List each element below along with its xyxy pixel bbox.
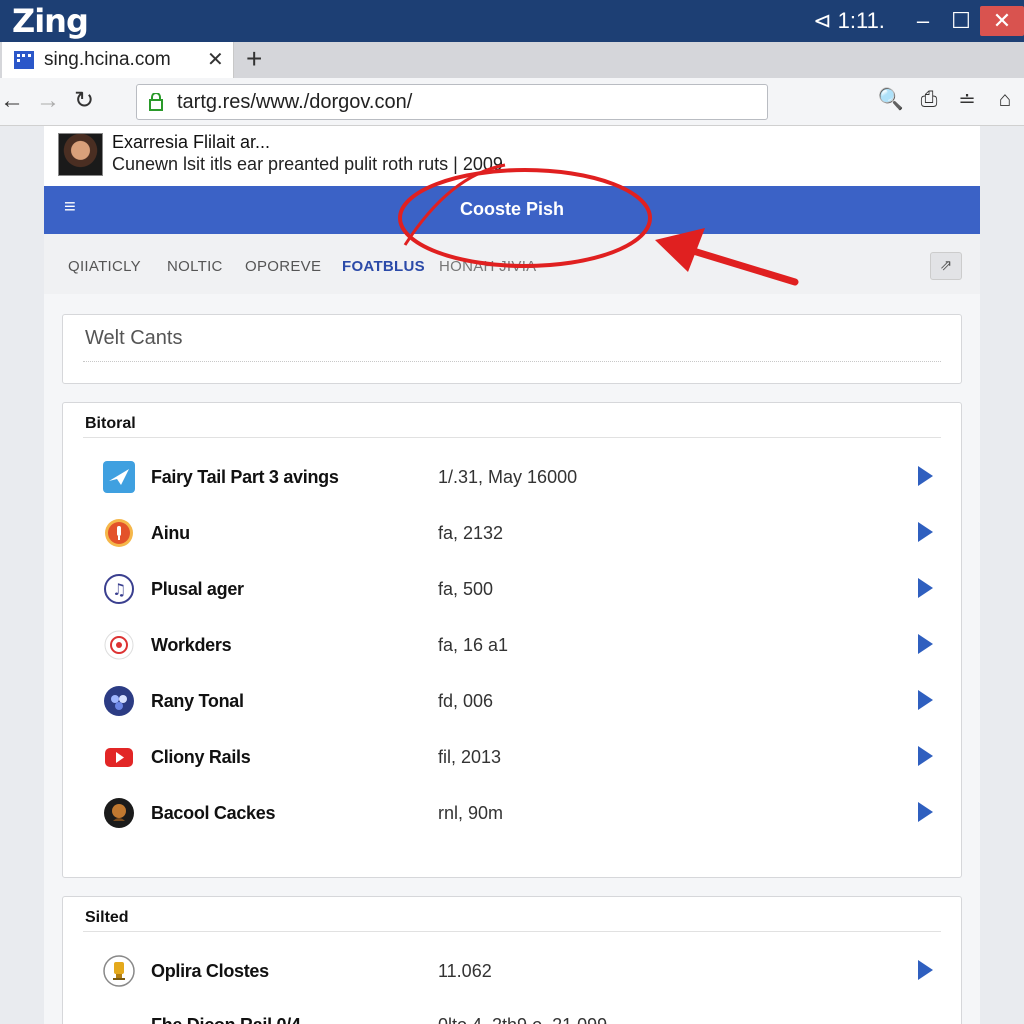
address-bar[interactable]: tartg.res/www./dorgov.con/ — [136, 84, 768, 120]
music-icon: ♫ — [103, 573, 135, 605]
item-name: Plusal ager — [151, 579, 244, 599]
list-item[interactable]: Oplira Clostes 11.062 — [103, 953, 933, 993]
record-icon — [103, 629, 135, 661]
item-name: Cliony Rails — [151, 747, 251, 767]
tab-honah[interactable]: HONAH JIVIA — [439, 258, 536, 275]
profile-header: Exarresia Flilait ar... Cunewn lsit itls… — [44, 126, 980, 186]
youtube-icon — [103, 741, 135, 773]
share-button[interactable]: ⇗ — [930, 252, 962, 280]
tab-foatblus[interactable]: FOATBLUS — [342, 258, 425, 275]
zoom-icon[interactable]: 🔍 — [872, 88, 910, 113]
section-title: Bitoral — [85, 415, 136, 432]
play-icon[interactable] — [918, 960, 933, 980]
reload-button[interactable]: ↻ — [74, 86, 94, 116]
play-icon[interactable] — [918, 802, 933, 822]
list-item[interactable]: Bacool Cackes rnl, 90m — [103, 795, 933, 835]
play-icon[interactable] — [918, 466, 933, 486]
item-name: Fairy Tail Part 3 avings — [151, 467, 339, 487]
item-name: Oplira Clostes — [151, 961, 269, 981]
menu-icon[interactable]: ≐ — [948, 88, 986, 113]
item-value: fa, 2132 — [438, 523, 504, 543]
lock-icon — [149, 93, 163, 111]
list-card-silted: Silted Oplira Clostes 11.062 Fhe Dicon R… — [62, 896, 962, 1024]
section-title: Silted — [85, 909, 129, 926]
tab-noltic[interactable]: NOLTIC — [167, 258, 223, 275]
character-icon — [103, 797, 135, 829]
item-value: fa, 16 a1 — [438, 635, 509, 655]
list-item[interactable]: Ainu fa, 2132 — [103, 515, 933, 555]
page-content: Exarresia Flilait ar... Cunewn lsit itls… — [44, 126, 980, 1024]
divider — [83, 361, 941, 362]
list-item[interactable]: ♫ Plusal ager fa, 500 — [103, 571, 933, 611]
item-value: fd, 006 — [438, 691, 494, 711]
favicon-icon — [14, 51, 34, 69]
item-value: 0lto 4. 2th9 o. 21 099 — [438, 1015, 607, 1024]
item-value: 11.062 — [438, 961, 492, 981]
list-item[interactable]: Rany Tonal fd, 006 — [103, 683, 933, 723]
item-name: Ainu — [151, 523, 190, 543]
profile-subtitle: Cunewn lsit itls ear preanted pulit roth… — [112, 154, 503, 174]
window-titlebar: Zing ⊲ 1:11. – ☐ ✕ — [0, 0, 1024, 42]
home-icon[interactable]: ⌂ — [986, 88, 1024, 113]
bookmark-icon[interactable]: ⎙ — [910, 88, 948, 113]
minimize-button[interactable]: – — [904, 0, 942, 42]
category-tabs: QIIATICLY NOLTIC OPOREVE FOATBLUS HONAH … — [44, 234, 980, 294]
app-title: Zing — [12, 2, 89, 40]
tab-qiiaticly[interactable]: QIIATICLY — [68, 258, 141, 275]
play-icon[interactable] — [918, 634, 933, 654]
trophy-icon — [103, 955, 135, 987]
url-text: tartg.res/www./dorgov.con/ — [177, 91, 413, 113]
search-label: Welt Cants — [85, 327, 183, 349]
new-tab-button[interactable]: + — [246, 44, 262, 74]
maximize-button[interactable]: ☐ — [942, 0, 980, 42]
list-item[interactable]: Cliony Rails fil, 2013 — [103, 739, 933, 779]
close-window-button[interactable]: ✕ — [980, 6, 1024, 36]
profile-title: Exarresia Flilait ar... — [112, 132, 271, 152]
play-icon[interactable] — [918, 746, 933, 766]
clock-label: ⊲ 1:11. — [813, 8, 885, 33]
mic-icon — [103, 517, 135, 549]
navigation-bar: ← → ↻ tartg.res/www./dorgov.con/ 🔍 ⎙ ≐ ⌂ — [0, 78, 1024, 126]
avatar — [58, 133, 103, 176]
item-name: Rany Tonal — [151, 691, 244, 711]
forward-button[interactable]: → — [36, 86, 60, 116]
browser-tab[interactable]: sing.hcina.com ✕ — [2, 42, 234, 80]
list-item[interactable]: Workders fa, 16 a1 — [103, 627, 933, 667]
window-controls: ⊲ 1:11. – ☐ ✕ — [794, 0, 1024, 42]
tab-bar: sing.hcina.com ✕ + — [0, 42, 1024, 80]
divider — [83, 437, 941, 438]
svg-text:♫: ♫ — [112, 580, 126, 599]
header-title-button[interactable]: Cooste Pish — [44, 199, 980, 220]
search-card[interactable]: Welt Cants — [62, 314, 962, 384]
circles-icon — [103, 685, 135, 717]
toolbar-icons: 🔍 ⎙ ≐ ⌂ — [872, 88, 1024, 113]
tab-oporeve[interactable]: OPOREVE — [245, 258, 321, 275]
page-header-bar: ≡ Cooste Pish — [44, 186, 980, 234]
item-value: fil, 2013 — [438, 747, 502, 767]
item-name: Workders — [151, 635, 232, 655]
tab-close-button[interactable]: ✕ — [207, 47, 224, 72]
play-icon[interactable] — [918, 690, 933, 710]
play-icon[interactable] — [918, 578, 933, 598]
item-value: 1/.31, May 16000 — [438, 467, 578, 487]
bird-icon — [103, 461, 135, 493]
item-name: Fhe Dicon Rail 0/4 — [151, 1015, 301, 1024]
list-card-bitoral: Bitoral Fairy Tail Part 3 avings 1/.31, … — [62, 402, 962, 878]
list-item[interactable]: Fairy Tail Part 3 avings 1/.31, May 1600… — [103, 459, 933, 499]
back-button[interactable]: ← — [0, 86, 24, 116]
item-value: fa, 500 — [438, 579, 494, 599]
item-name: Bacool Cackes — [151, 803, 276, 823]
divider — [83, 931, 941, 932]
tab-title: sing.hcina.com — [44, 49, 171, 70]
list-item[interactable]: Fhe Dicon Rail 0/4 0lto 4. 2th9 o. 21 09… — [103, 1007, 933, 1024]
item-value: rnl, 90m — [438, 803, 504, 823]
play-icon[interactable] — [918, 522, 933, 542]
